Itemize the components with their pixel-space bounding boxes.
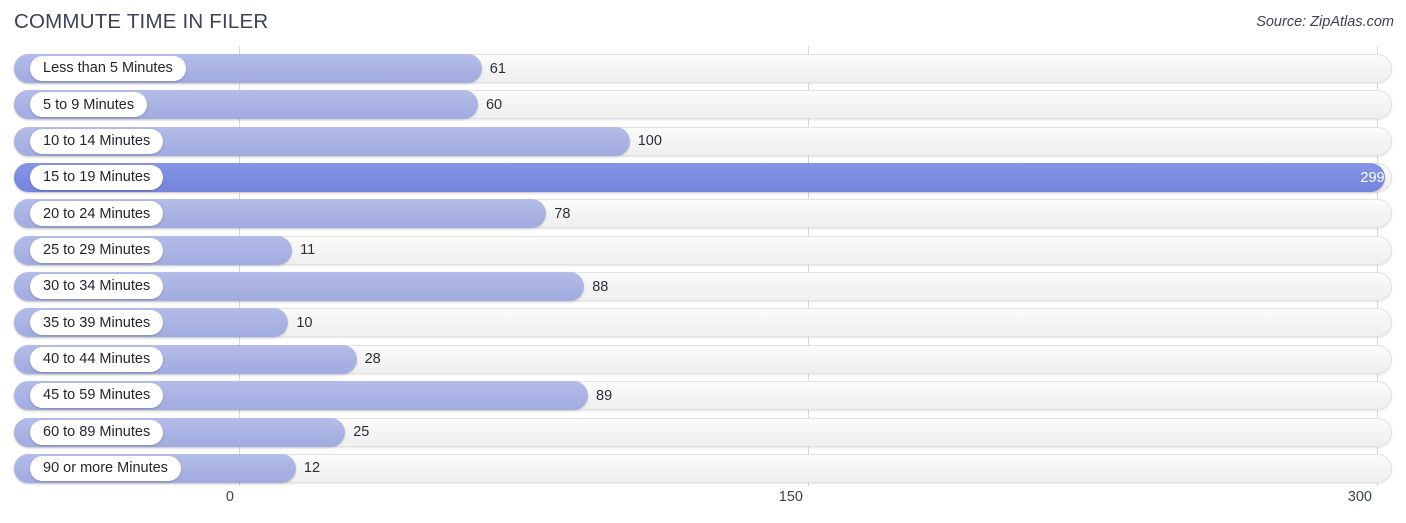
bar-value-label: 10 <box>296 314 313 331</box>
bar-value-label: 60 <box>485 96 503 113</box>
category-label-pill: 5 to 9 Minutes <box>30 92 148 118</box>
category-label: 40 to 44 Minutes <box>43 351 151 368</box>
category-label: 10 to 14 Minutes <box>43 132 151 149</box>
category-label: 35 to 39 Minutes <box>43 314 151 331</box>
bar-row[interactable]: 40 to 44 Minutes 28 <box>14 344 1392 374</box>
category-label-pill: Less than 5 Minutes <box>30 56 186 81</box>
bar-row[interactable]: 20 to 24 Minutes 78 <box>14 199 1392 229</box>
bar-row[interactable]: 5 to 9 Minutes 60 <box>14 90 1392 120</box>
category-label-pill: 40 to 44 Minutes <box>30 346 164 372</box>
x-tick-label: 300 <box>1347 489 1372 505</box>
x-axis: 0 150 300 <box>0 486 1406 523</box>
category-label: 45 to 59 Minutes <box>43 387 151 404</box>
bar-value-label: 12 <box>303 460 321 477</box>
bar-row[interactable]: 30 to 34 Minutes 88 <box>14 272 1392 302</box>
category-label: 25 to 29 Minutes <box>43 242 151 258</box>
bar-rows: Less than 5 Minutes 61 5 to 9 Minutes 60 10 … <box>0 46 1406 486</box>
bar-row[interactable]: 60 to 89 Minutes 25 <box>14 417 1392 447</box>
bar-row[interactable]: 25 to 29 Minutes 11 <box>14 235 1392 265</box>
bar-value-label: 61 <box>489 60 506 77</box>
bar-row[interactable]: 10 to 14 Minutes 100 <box>14 126 1392 156</box>
category-label: 60 to 89 Minutes <box>43 423 151 440</box>
category-label: 30 to 34 Minutes <box>43 278 151 295</box>
bar-value-label: 299 <box>1360 169 1385 186</box>
source-label: Source: ZipAtlas.com <box>1256 14 1394 30</box>
bar-value-label: 28 <box>364 351 381 368</box>
category-label-pill: 60 to 89 Minutes <box>30 419 164 445</box>
bar-value-label: 88 <box>592 278 609 295</box>
category-label: Less than 5 Minutes <box>43 60 173 77</box>
plot-area: Less than 5 Minutes 61 5 to 9 Minutes 60 10 … <box>0 46 1406 486</box>
category-label: 20 to 24 Minutes <box>43 205 151 222</box>
commute-time-bar-chart: COMMUTE TIME IN FILER Source: ZipAtlas.c… <box>0 0 1406 523</box>
category-label: 90 or more Minutes <box>43 460 168 477</box>
bar-value-label: 11 <box>300 242 316 259</box>
bar-row[interactable]: 35 to 39 Minutes 10 <box>14 308 1392 338</box>
x-tick-label: 150 <box>778 489 803 505</box>
page-title: COMMUTE TIME IN FILER <box>14 10 269 33</box>
category-label-pill: 20 to 24 Minutes <box>30 201 164 227</box>
bar-value-label: 100 <box>637 133 662 150</box>
category-label-pill: 35 to 39 Minutes <box>30 310 164 336</box>
bar-value-label: 25 <box>353 424 370 440</box>
x-tick-label: 0 <box>225 489 234 505</box>
bar-value-label: 89 <box>596 387 613 404</box>
category-label-pill: 45 to 59 Minutes <box>30 383 164 409</box>
category-label-pill: 10 to 14 Minutes <box>30 128 164 154</box>
bar-row[interactable]: Less than 5 Minutes 61 <box>14 54 1392 83</box>
category-label-pill: 25 to 29 Minutes <box>30 237 164 263</box>
category-label-pill: 30 to 34 Minutes <box>30 274 164 300</box>
bar-row[interactable]: 15 to 19 Minutes 299 <box>14 163 1392 193</box>
category-label-pill: 90 or more Minutes <box>30 455 181 481</box>
chart-header: COMMUTE TIME IN FILER Source: ZipAtlas.c… <box>0 0 1406 46</box>
bar-row[interactable]: 45 to 59 Minutes 89 <box>14 381 1392 411</box>
bar-row[interactable]: 90 or more Minutes 12 <box>14 453 1392 483</box>
category-label: 5 to 9 Minutes <box>43 96 135 113</box>
bar-value-label: 78 <box>554 205 571 222</box>
